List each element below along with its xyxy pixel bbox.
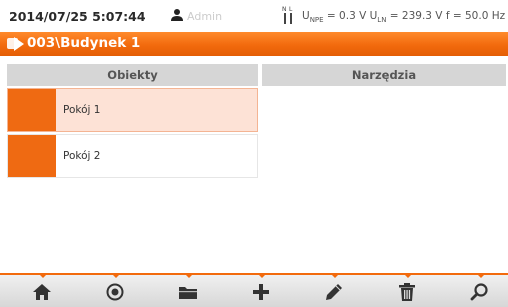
tools-column-header: Narzędzia	[262, 64, 506, 86]
objects-column-header: Obiekty	[7, 64, 258, 86]
add-button[interactable]	[243, 274, 279, 307]
page-title: 003\Budynek 1	[27, 35, 141, 51]
bottom-toolbar	[0, 273, 508, 307]
object-item-pokoj-2[interactable]: Pokój 2	[7, 134, 258, 178]
object-item-pokoj-1[interactable]: Pokój 1	[7, 88, 258, 132]
user-icon	[171, 9, 183, 21]
user-name: Admin	[187, 10, 223, 23]
search-icon	[470, 283, 488, 301]
title-bar: 003\Budynek 1	[0, 32, 508, 56]
svg-text:L: L	[289, 6, 293, 13]
status-bar: 2014/07/25 5:07:44 Admin N L UNPE = 0.3 …	[0, 0, 508, 32]
plug-icon: N L	[282, 6, 293, 24]
edit-icon	[326, 284, 342, 300]
search-button[interactable]	[462, 274, 498, 307]
object-label: Pokój 1	[63, 104, 101, 116]
measurement-readout: UNPE = 0.3 V ULN = 239.3 V f = 50.0 Hz	[302, 10, 506, 25]
delete-button[interactable]	[389, 274, 425, 307]
record-button[interactable]	[97, 274, 133, 307]
add-icon	[253, 284, 269, 300]
home-icon	[33, 284, 51, 300]
home-button[interactable]	[24, 274, 60, 307]
edit-button[interactable]	[316, 274, 352, 307]
object-marker	[8, 89, 56, 131]
delete-icon	[399, 283, 415, 301]
building-path-icon	[7, 37, 24, 51]
folder-icon	[179, 287, 197, 299]
datetime: 2014/07/25 5:07:44	[9, 9, 146, 24]
svg-text:N: N	[282, 6, 287, 13]
open-folder-button[interactable]	[170, 274, 206, 307]
record-icon	[106, 283, 124, 301]
object-marker	[8, 135, 56, 177]
object-label: Pokój 2	[63, 150, 101, 162]
